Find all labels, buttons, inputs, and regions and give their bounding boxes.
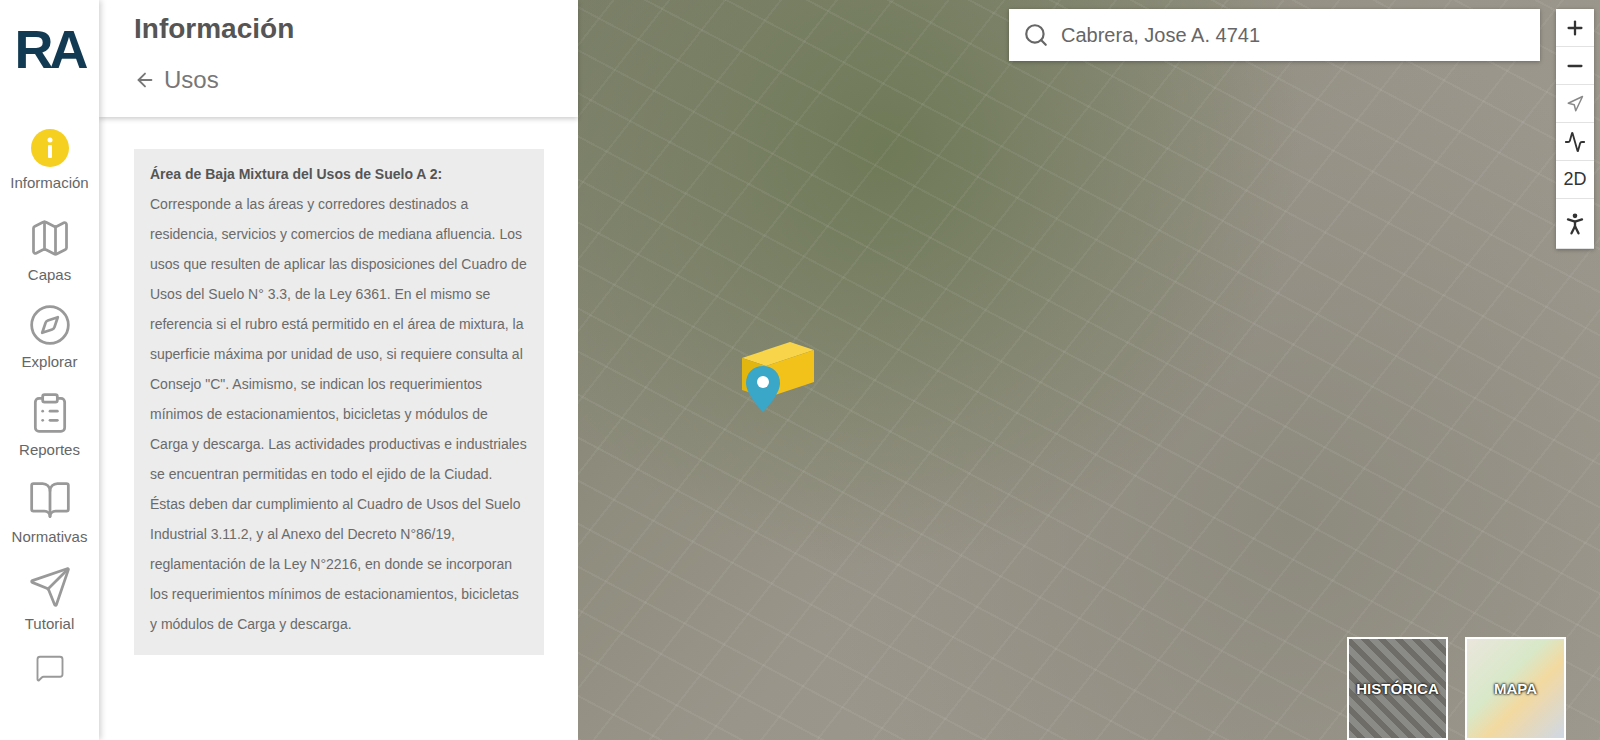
panel-body: Área de Baja Mixtura del Usos de Suelo A… xyxy=(99,117,578,740)
compass-icon xyxy=(1566,95,1584,113)
mode-button[interactable]: 2D xyxy=(1556,161,1594,199)
compass-button[interactable] xyxy=(1556,85,1594,123)
info-panel: Información Usos Área de Baja Mixtura del … xyxy=(99,0,578,740)
base-layer[interactable]: HISTÓRICA xyxy=(1347,637,1448,740)
zoom-out-button[interactable] xyxy=(1556,47,1594,85)
description-body: Corresponde a las áreas y corredores des… xyxy=(150,189,528,639)
nav-icon xyxy=(28,478,72,522)
app: RA Información Capas Explorar Reportes Normat… xyxy=(0,0,1600,740)
nav-icon xyxy=(28,303,72,347)
nav-label: Normativas xyxy=(12,528,88,545)
minus-icon xyxy=(1564,55,1586,77)
nav-label: Reportes xyxy=(19,441,80,458)
line-chart-icon xyxy=(1564,131,1586,153)
logo[interactable]: RA xyxy=(0,0,99,128)
map-controls: 2D xyxy=(1556,9,1594,249)
nav-item[interactable]: Información xyxy=(0,128,99,215)
panel-title: Información xyxy=(134,10,578,48)
panel-header: Información Usos xyxy=(99,0,578,117)
profile-button[interactable] xyxy=(1556,123,1594,161)
nav-label: Tutorial xyxy=(25,615,74,632)
plus-icon xyxy=(1564,17,1586,39)
map-view[interactable]: Cabrera, Jose A. 4741 2D HISTÓRICAMAPA xyxy=(578,0,1600,740)
zoom-in-button[interactable] xyxy=(1556,9,1594,47)
base-layer[interactable]: MAPA xyxy=(1465,637,1566,740)
nav-label: Explorar xyxy=(22,353,78,370)
description-title: Área de Baja Mixtura del Usos de Suelo A… xyxy=(150,159,528,189)
chat-button[interactable] xyxy=(0,653,99,740)
chat-icon xyxy=(35,653,65,683)
nav-label: Capas xyxy=(28,266,71,283)
nav-label: Información xyxy=(10,174,88,191)
nav-item[interactable]: Reportes xyxy=(0,391,99,478)
search-field[interactable]: Cabrera, Jose A. 4741 xyxy=(1009,9,1540,61)
base-layers: HISTÓRICAMAPA xyxy=(1347,637,1566,740)
location-pin-icon[interactable] xyxy=(744,364,782,414)
pegman-icon xyxy=(1561,210,1589,238)
back-label: Usos xyxy=(164,66,219,94)
nav-rail: RA Información Capas Explorar Reportes Normat… xyxy=(0,0,99,740)
nav-item[interactable]: Explorar xyxy=(0,303,99,390)
nav-icon xyxy=(28,391,72,435)
nav-item[interactable]: Normativas xyxy=(0,478,99,565)
nav-icon xyxy=(28,216,72,260)
search-value: Cabrera, Jose A. 4741 xyxy=(1061,24,1260,47)
arrow-left-icon xyxy=(134,69,156,91)
back-button[interactable]: Usos xyxy=(134,66,578,94)
search-icon xyxy=(1023,22,1049,48)
street-view-button[interactable] xyxy=(1556,199,1594,249)
nav-item[interactable]: Tutorial xyxy=(0,565,99,652)
info-icon xyxy=(30,128,70,168)
nav-icon xyxy=(28,565,72,609)
nav-item[interactable]: Capas xyxy=(0,216,99,303)
description-box: Área de Baja Mixtura del Usos de Suelo A… xyxy=(134,149,544,655)
